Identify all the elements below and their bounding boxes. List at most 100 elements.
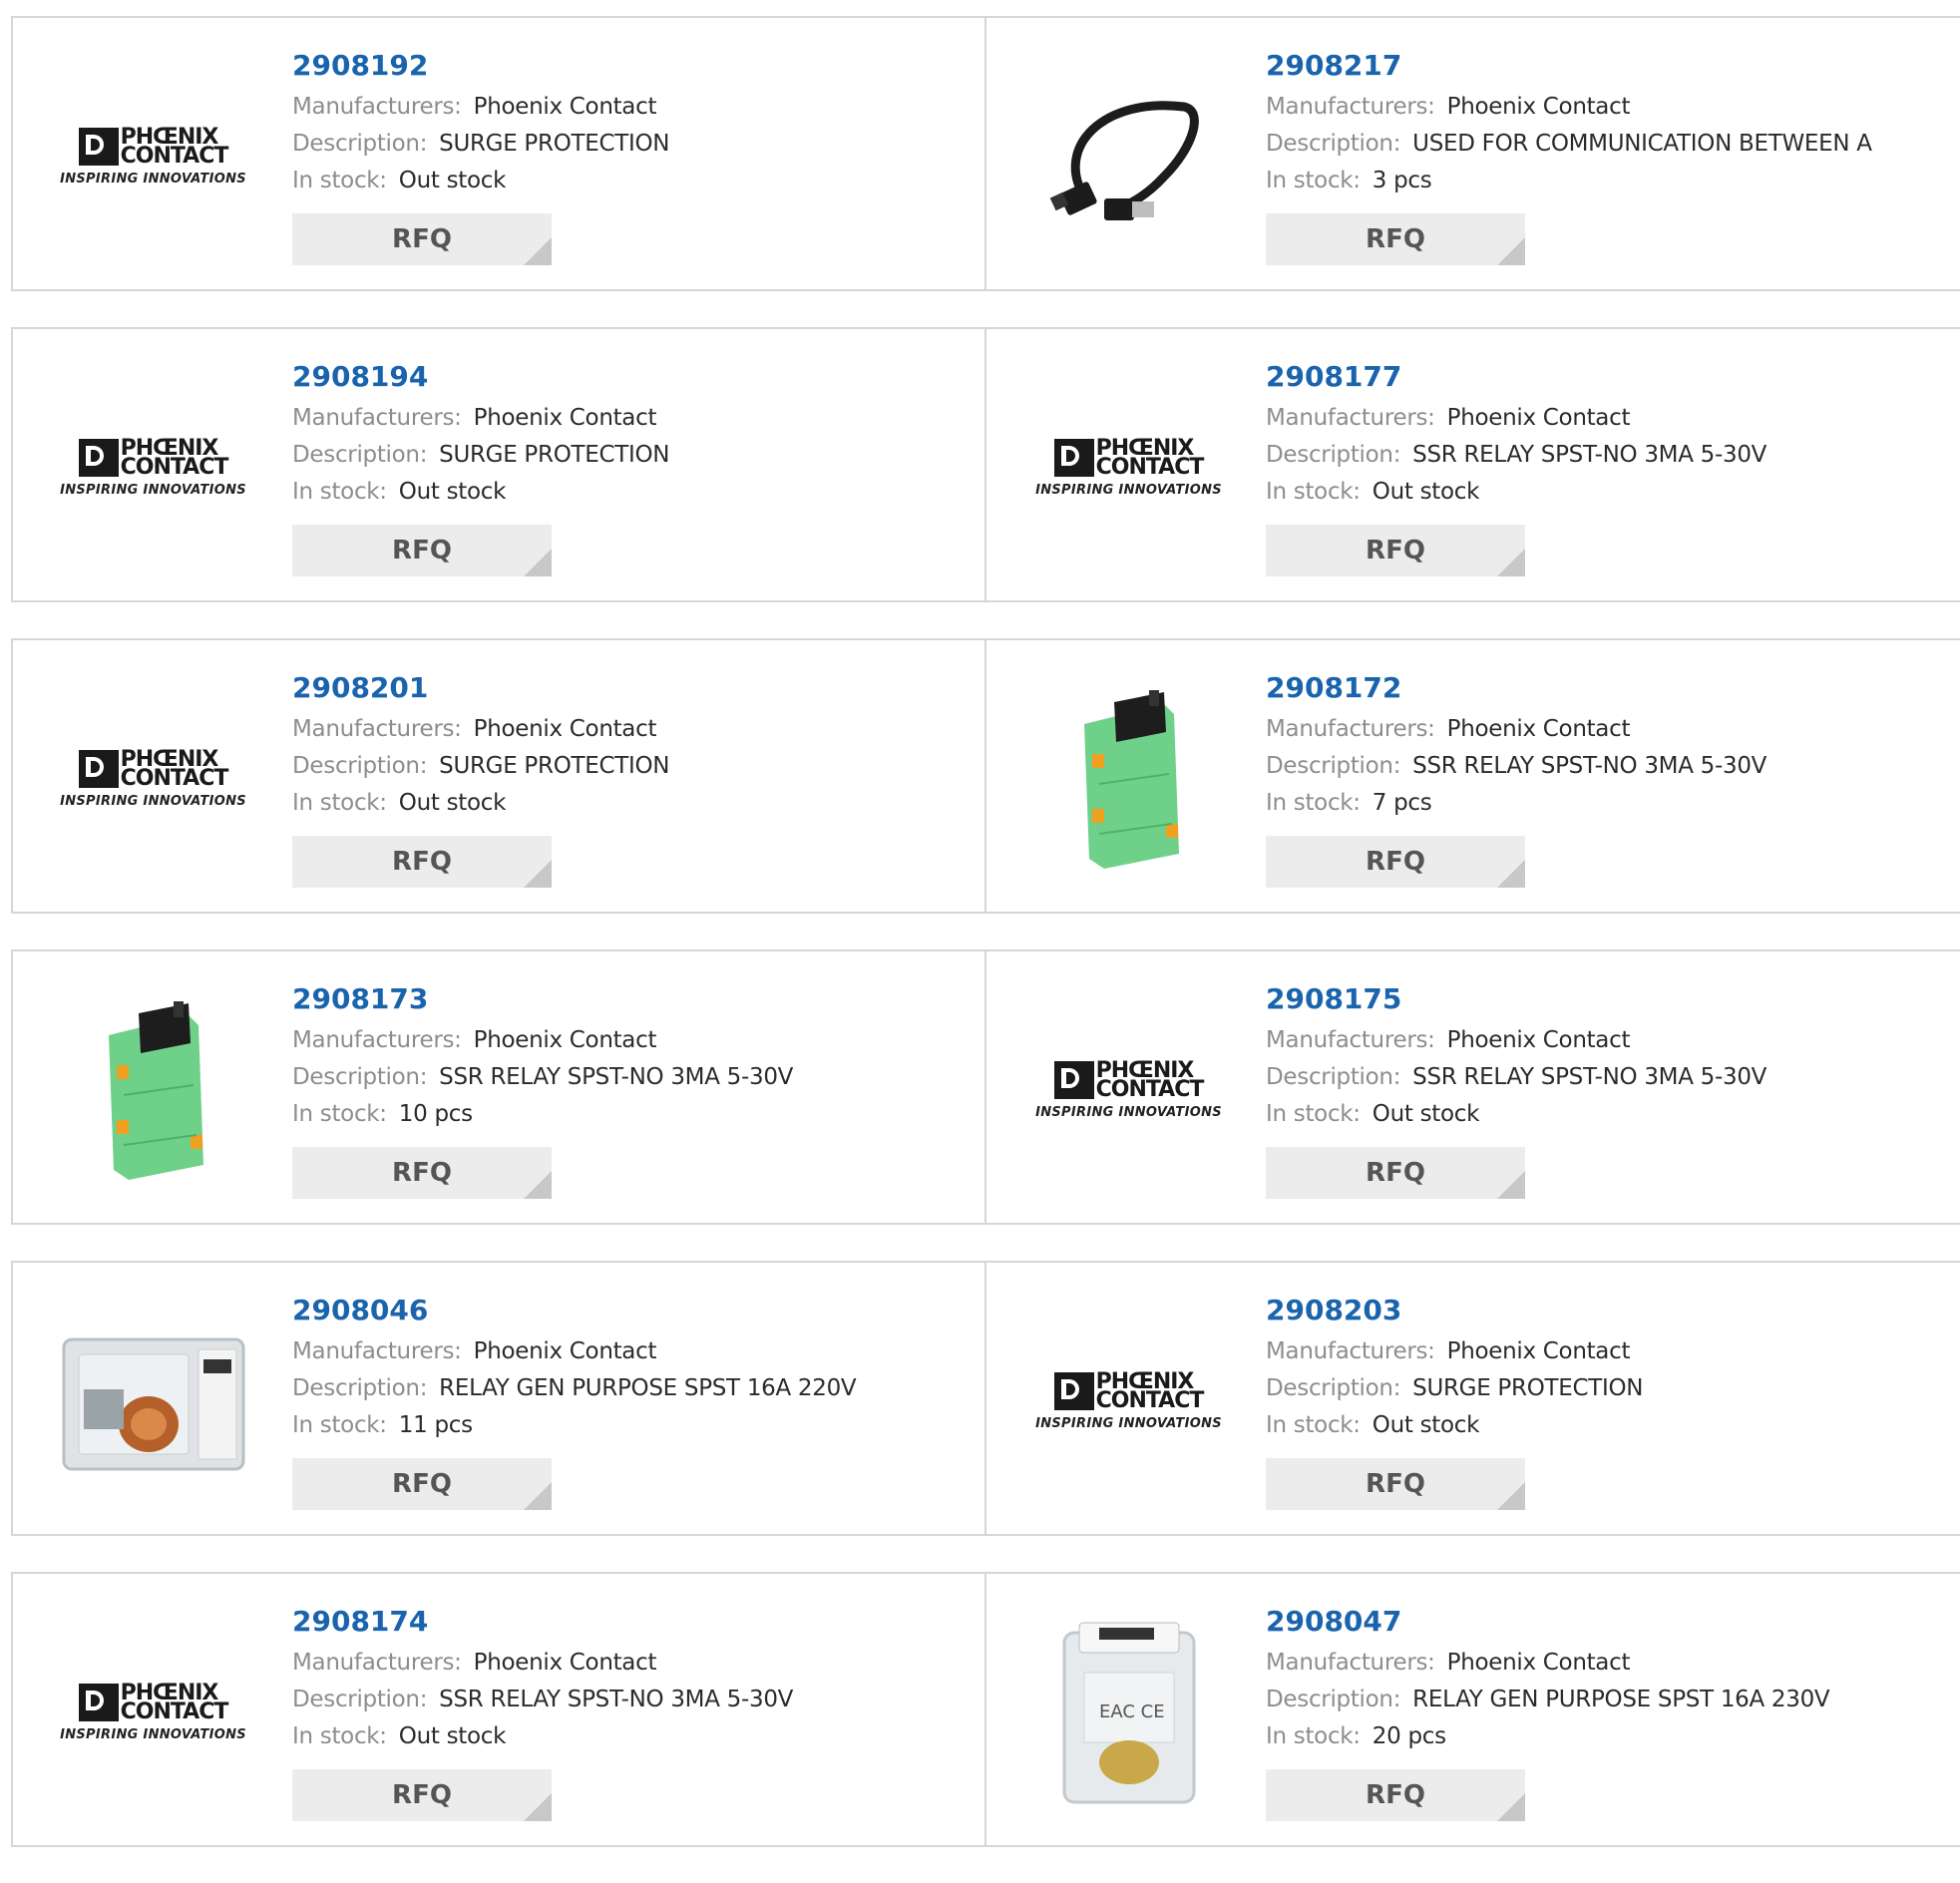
stock-line: In stock: 10 pcs xyxy=(292,1096,971,1133)
rfq-button[interactable]: RFQ xyxy=(1266,836,1525,888)
stock-line: In stock: Out stock xyxy=(292,1718,971,1755)
rfq-button[interactable]: RFQ xyxy=(292,1458,552,1510)
stock-value: 7 pcs xyxy=(1372,790,1432,816)
manufacturer-line: Manufacturers: Phoenix Contact xyxy=(1266,1022,1944,1059)
part-number-link[interactable]: 2908046 xyxy=(292,1291,971,1330)
corner-triangle-icon xyxy=(1497,1482,1525,1510)
product-row: 2908046 Manufacturers: Phoenix Contact Desc… xyxy=(11,1261,1960,1536)
product-thumbnail[interactable] xyxy=(1025,680,1232,878)
manufacturer-label: Manufacturers: xyxy=(1266,1027,1435,1053)
product-card: 2908173 Manufacturers: Phoenix Contact Desc… xyxy=(13,951,986,1223)
product-info: 2908046 Manufacturers: Phoenix Contact Desc… xyxy=(292,1291,971,1510)
product-thumbnail[interactable]: PHŒNIX CONTACT INSPIRING INNOVATIONS xyxy=(1025,991,1232,1189)
product-thumbnail[interactable]: PHŒNIX CONTACT INSPIRING INNOVATIONS xyxy=(1025,369,1232,566)
product-info: 2908172 Manufacturers: Phoenix Contact Desc… xyxy=(1266,668,1944,888)
rfq-button[interactable]: RFQ xyxy=(292,525,552,576)
product-card: PHŒNIX CONTACT INSPIRING INNOVATIONS 290… xyxy=(13,18,986,289)
corner-triangle-icon xyxy=(1497,1793,1525,1821)
description-value: SSR RELAY SPST-NO 3MA 5-30V xyxy=(1412,753,1767,779)
rfq-button[interactable]: RFQ xyxy=(1266,525,1525,576)
manufacturer-value: Phoenix Contact xyxy=(1446,1338,1631,1364)
rfq-label: RFQ xyxy=(392,536,452,565)
green-relay-image xyxy=(108,1001,203,1180)
product-thumbnail[interactable] xyxy=(50,1303,256,1500)
rfq-label: RFQ xyxy=(1366,1469,1425,1499)
product-card: EAC CE 2908047 Manufacturers: Phoenix Cont… xyxy=(986,1574,1960,1845)
rfq-button[interactable]: RFQ xyxy=(292,1147,552,1199)
manufacturer-value: Phoenix Contact xyxy=(473,1338,657,1364)
part-number-link[interactable]: 2908174 xyxy=(292,1602,971,1642)
manufacturer-value: Phoenix Contact xyxy=(1446,1650,1631,1676)
phoenix-contact-logo: PHŒNIX CONTACT INSPIRING INNOVATIONS xyxy=(60,435,246,498)
description-label: Description: xyxy=(1266,753,1401,779)
product-thumbnail[interactable]: PHŒNIX CONTACT INSPIRING INNOVATIONS xyxy=(50,1614,256,1811)
product-info: 2908174 Manufacturers: Phoenix Contact Desc… xyxy=(292,1602,971,1821)
stock-value: Out stock xyxy=(1372,1101,1480,1127)
part-number-link[interactable]: 2908192 xyxy=(292,46,971,86)
part-number-link[interactable]: 2908203 xyxy=(1266,1291,1944,1330)
product-thumbnail[interactable] xyxy=(1025,58,1232,255)
manufacturer-value: Phoenix Contact xyxy=(473,1650,657,1676)
rfq-label: RFQ xyxy=(1366,1158,1425,1188)
part-number-link[interactable]: 2908172 xyxy=(1266,668,1944,708)
rfq-button[interactable]: RFQ xyxy=(1266,213,1525,265)
product-thumbnail[interactable]: PHŒNIX CONTACT INSPIRING INNOVATIONS xyxy=(50,369,256,566)
corner-triangle-icon xyxy=(524,1793,552,1821)
rfq-button[interactable]: RFQ xyxy=(292,213,552,265)
manufacturer-label: Manufacturers: xyxy=(292,94,462,120)
part-number-link[interactable]: 2908201 xyxy=(292,668,971,708)
product-card: PHŒNIX CONTACT INSPIRING INNOVATIONS 290… xyxy=(13,640,986,912)
manufacturer-line: Manufacturers: Phoenix Contact xyxy=(292,1022,971,1059)
part-number-link[interactable]: 2908173 xyxy=(292,979,971,1019)
product-thumbnail[interactable]: PHŒNIX CONTACT INSPIRING INNOVATIONS xyxy=(1025,1303,1232,1500)
description-line: Description: SURGE PROTECTION xyxy=(292,126,971,163)
stock-value: Out stock xyxy=(398,790,507,816)
description-line: Description: SSR RELAY SPST-NO 3MA 5-30V xyxy=(1266,748,1944,785)
rfq-button[interactable]: RFQ xyxy=(292,836,552,888)
product-thumbnail[interactable]: EAC CE xyxy=(1025,1614,1232,1811)
part-number-link[interactable]: 2908194 xyxy=(292,357,971,397)
part-number-link[interactable]: 2908217 xyxy=(1266,46,1944,86)
corner-triangle-icon xyxy=(1497,237,1525,265)
rfq-label: RFQ xyxy=(1366,536,1425,565)
stock-line: In stock: 3 pcs xyxy=(1266,163,1944,199)
stock-value: Out stock xyxy=(398,1723,507,1749)
manufacturer-value: Phoenix Contact xyxy=(1446,716,1631,742)
corner-triangle-icon xyxy=(524,237,552,265)
svg-text:EAC CE: EAC CE xyxy=(1099,1701,1165,1722)
rfq-button[interactable]: RFQ xyxy=(1266,1458,1525,1510)
rfq-button[interactable]: RFQ xyxy=(292,1769,552,1821)
stock-line: In stock: Out stock xyxy=(1266,474,1944,511)
rfq-label: RFQ xyxy=(392,224,452,254)
manufacturer-label: Manufacturers: xyxy=(1266,1338,1435,1364)
rfq-button[interactable]: RFQ xyxy=(1266,1769,1525,1821)
phoenix-mark-icon xyxy=(78,749,119,788)
phoenix-mark-icon xyxy=(1053,438,1094,477)
manufacturer-line: Manufacturers: Phoenix Contact xyxy=(1266,89,1944,126)
product-grid: PHŒNIX CONTACT INSPIRING INNOVATIONS 290… xyxy=(11,16,1960,1883)
product-info: 2908203 Manufacturers: Phoenix Contact Desc… xyxy=(1266,1291,1944,1510)
description-value: SSR RELAY SPST-NO 3MA 5-30V xyxy=(439,1687,794,1712)
description-label: Description: xyxy=(292,442,428,468)
description-label: Description: xyxy=(1266,442,1401,468)
manufacturer-label: Manufacturers: xyxy=(292,1650,462,1676)
product-thumbnail[interactable]: PHŒNIX CONTACT INSPIRING INNOVATIONS xyxy=(50,58,256,255)
product-info: 2908177 Manufacturers: Phoenix Contact Desc… xyxy=(1266,357,1944,576)
stock-value: Out stock xyxy=(1372,479,1480,505)
description-line: Description: SSR RELAY SPST-NO 3MA 5-30V xyxy=(292,1682,971,1718)
manufacturer-label: Manufacturers: xyxy=(1266,94,1435,120)
phoenix-mark-icon xyxy=(78,438,119,477)
product-info: 2908201 Manufacturers: Phoenix Contact Desc… xyxy=(292,668,971,888)
manufacturer-label: Manufacturers: xyxy=(1266,405,1435,431)
part-number-link[interactable]: 2908047 xyxy=(1266,1602,1944,1642)
stock-line: In stock: Out stock xyxy=(292,163,971,199)
product-thumbnail[interactable]: PHŒNIX CONTACT INSPIRING INNOVATIONS xyxy=(50,680,256,878)
product-info: 2908192 Manufacturers: Phoenix Contact Desc… xyxy=(292,46,971,265)
product-card: PHŒNIX CONTACT INSPIRING INNOVATIONS 290… xyxy=(13,1574,986,1845)
product-thumbnail[interactable] xyxy=(50,991,256,1189)
rfq-button[interactable]: RFQ xyxy=(1266,1147,1525,1199)
part-number-link[interactable]: 2908175 xyxy=(1266,979,1944,1019)
product-card: PHŒNIX CONTACT INSPIRING INNOVATIONS 290… xyxy=(986,951,1960,1223)
corner-triangle-icon xyxy=(524,860,552,888)
part-number-link[interactable]: 2908177 xyxy=(1266,357,1944,397)
